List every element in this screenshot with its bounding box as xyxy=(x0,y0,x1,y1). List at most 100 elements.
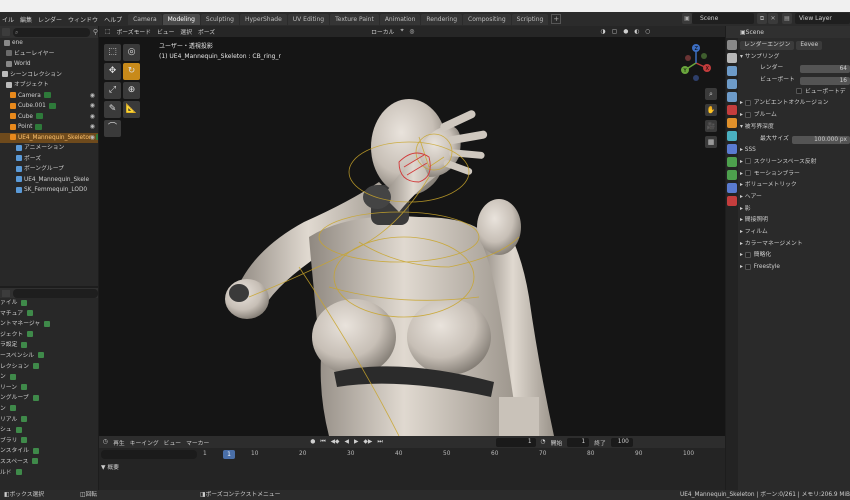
tab-camera[interactable]: Camera xyxy=(128,13,162,25)
modifier-icon[interactable] xyxy=(95,134,98,140)
timeline-view-menu[interactable]: ビュー xyxy=(164,438,181,447)
scene-browse-icon[interactable]: ⧉ xyxy=(757,13,767,24)
properties-tab-icon[interactable] xyxy=(727,105,737,115)
outliner-item[interactable]: Camera ◉ xyxy=(0,91,98,102)
render-samples-field[interactable]: 64 xyxy=(800,65,850,74)
outliner-item[interactable]: オブジェクト xyxy=(0,80,98,91)
scene-field[interactable]: Scene xyxy=(692,13,754,24)
data-browser-item[interactable]: ントマネージャ xyxy=(0,319,98,330)
viewport-denoise-checkbox[interactable] xyxy=(796,88,802,95)
outliner-item[interactable]: アニメーション xyxy=(0,143,98,154)
render-engine-select[interactable]: Eevee xyxy=(796,41,823,50)
dof-panel[interactable]: ▾ 被写界深度 xyxy=(740,122,850,134)
modifier-icon[interactable] xyxy=(35,113,43,119)
modifier-icon[interactable] xyxy=(43,92,51,98)
tab-scripting[interactable]: Scripting xyxy=(511,13,549,25)
select-box-icon[interactable]: ⬚ xyxy=(104,44,121,61)
add-workspace-button[interactable]: + xyxy=(551,14,562,24)
tab-modeling[interactable]: Modeling xyxy=(162,13,200,25)
view-menu[interactable]: ビュー xyxy=(157,27,174,36)
3d-viewport[interactable]: ⬚ ポーズモード ビュー 選択 ポーズ ローカル ⌖ ◎ ◑ ▢ ● ◐ ○ ユ… xyxy=(99,26,725,436)
properties-tab-icon[interactable] xyxy=(727,66,737,76)
data-browser-item[interactable]: マチュア xyxy=(0,309,98,320)
properties-tab-icon[interactable] xyxy=(727,196,737,206)
menu-item-1[interactable]: 編集 xyxy=(20,15,32,24)
properties-tab-icon[interactable] xyxy=(727,157,737,167)
keying-menu[interactable]: キーイング xyxy=(130,438,159,447)
pose-menu[interactable]: ポーズ xyxy=(198,27,215,36)
film-panel[interactable]: ▸ フィルム xyxy=(740,227,850,239)
color-management-panel[interactable]: ▸ カラーマネージメント xyxy=(740,239,850,251)
tab-uv-editing[interactable]: UV Editing xyxy=(287,13,330,25)
data-browser-item[interactable]: ースペンシル xyxy=(0,351,98,362)
menu-item-0[interactable]: イル xyxy=(2,15,14,24)
outliner-item[interactable]: ene xyxy=(0,38,98,49)
outliner-item[interactable]: Point ◉ xyxy=(0,122,98,133)
properties-tab-icon[interactable] xyxy=(727,144,737,154)
data-browser-item[interactable]: ラ設定 xyxy=(0,340,98,351)
end-frame-field[interactable]: 100 xyxy=(610,437,633,447)
eye-icon[interactable]: ◉ xyxy=(90,122,95,133)
menu-item-4[interactable]: ヘルプ xyxy=(104,15,122,24)
outliner-editor-icon[interactable] xyxy=(2,28,10,36)
scale-icon[interactable]: ⤢ xyxy=(104,82,121,99)
outliner-item[interactable]: SK_Femmequin_LOD0 xyxy=(0,185,98,196)
data-browser-item[interactable]: ジェクト xyxy=(0,330,98,341)
modifier-icon[interactable] xyxy=(35,123,43,130)
data-browser-item[interactable]: リアル xyxy=(0,415,98,426)
timeline-editor-icon[interactable]: ◷ xyxy=(103,439,108,445)
eye-icon[interactable]: ◉ xyxy=(90,101,95,112)
rotate-icon[interactable]: ↻ xyxy=(123,63,140,80)
data-browser-item[interactable]: ンスタイル xyxy=(0,446,98,457)
outliner-item[interactable]: ビューレイヤー xyxy=(0,49,98,60)
bloom-panel[interactable]: ▸ ブルーム xyxy=(740,110,850,122)
prev-key-icon[interactable]: ◀◆ xyxy=(331,439,340,445)
view-layer-icon[interactable]: ▤ xyxy=(782,13,792,24)
scene-icon[interactable]: ▣ xyxy=(682,13,692,24)
clock-icon[interactable]: ◔ xyxy=(541,439,546,445)
tab-sculpting[interactable]: Sculpting xyxy=(200,13,239,25)
timeline-ruler[interactable]: 1 10 20 30 40 50 60 70 80 90 100 xyxy=(199,450,725,460)
properties-tab-icon[interactable] xyxy=(727,183,737,193)
hair-panel[interactable]: ▸ ヘアー xyxy=(740,192,850,204)
play-icon[interactable]: ▶ xyxy=(354,439,358,445)
data-browser-item[interactable]: ァイル xyxy=(0,298,98,309)
motion-blur-panel[interactable]: ▸ モーションブラー xyxy=(740,169,850,181)
jump-start-icon[interactable]: ⏮ xyxy=(320,439,325,446)
shadow-panel[interactable]: ▸ 影 xyxy=(740,204,850,216)
custom-tool-icon[interactable]: ⌒ xyxy=(104,120,121,137)
data-browser-search-input[interactable] xyxy=(13,288,98,298)
scene-close-icon[interactable]: ✕ xyxy=(768,13,778,24)
data-browser-item[interactable]: ブラリ xyxy=(0,436,98,447)
tab-animation[interactable]: Animation xyxy=(379,13,421,25)
properties-tab-icon[interactable] xyxy=(727,53,737,63)
outliner-item[interactable]: シーンコレクション xyxy=(0,70,98,81)
overlay-icon[interactable]: ◑ xyxy=(601,29,606,35)
outliner-item[interactable]: ポーズ xyxy=(0,154,98,165)
measure-icon[interactable]: 📐 xyxy=(123,101,140,118)
ortho-grid-icon[interactable]: ▦ xyxy=(705,136,717,148)
sss-panel[interactable]: ▸ SSS xyxy=(740,145,850,157)
snap-icon[interactable]: ⌖ xyxy=(400,28,403,35)
next-key-icon[interactable]: ◆▶ xyxy=(363,439,372,445)
browser-editor-icon[interactable] xyxy=(2,289,10,297)
ssr-panel[interactable]: ▸ スクリーンスペース反射 xyxy=(740,157,850,169)
tab-hypershade[interactable]: HyperShade xyxy=(239,13,287,25)
xray-icon[interactable]: ▢ xyxy=(612,29,617,35)
outliner-item[interactable]: World xyxy=(0,59,98,70)
volumetric-panel[interactable]: ▸ ボリューメトリック xyxy=(740,180,850,192)
view-layer-field[interactable]: View Layer xyxy=(795,13,850,24)
pan-hand-icon[interactable]: ✋ xyxy=(705,104,717,116)
outliner-item[interactable]: Cube.001 ◉ xyxy=(0,101,98,112)
cursor-icon[interactable]: ◎ xyxy=(123,44,140,61)
ao-panel[interactable]: ▸ アンビエントオクルージョン xyxy=(740,98,850,110)
simplify-panel[interactable]: ▸ 簡略化 xyxy=(740,250,850,262)
playback-menu[interactable]: 再生 xyxy=(113,438,125,447)
data-browser-item[interactable]: ルド xyxy=(0,468,98,479)
timeline-search-input[interactable] xyxy=(101,450,197,459)
playhead[interactable]: 1 xyxy=(223,450,235,459)
move-icon[interactable]: ✥ xyxy=(104,63,121,80)
data-browser-item[interactable]: ススペース xyxy=(0,457,98,468)
freestyle-panel[interactable]: ▸ Freestyle xyxy=(740,262,850,274)
menu-item-3[interactable]: ウィンドウ xyxy=(68,15,98,24)
